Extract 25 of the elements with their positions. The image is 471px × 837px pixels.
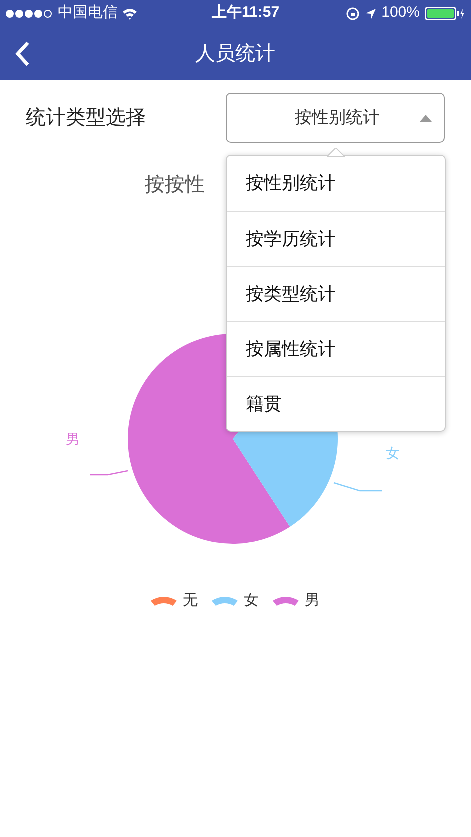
type-select[interactable]: 按性别统计: [226, 93, 445, 143]
slice-label: 女: [386, 444, 400, 463]
battery-icon: [425, 6, 465, 20]
dropdown-option[interactable]: 按类型统计: [227, 266, 445, 321]
leader-line: [90, 470, 128, 476]
rotation-lock-icon: [346, 6, 360, 20]
filter-label: 统计类型选择: [26, 106, 147, 131]
leader-line: [334, 482, 382, 492]
carrier-name: 中国电信: [58, 3, 118, 24]
slice-label: 男: [66, 430, 80, 449]
dropdown-option[interactable]: 籍贯: [227, 376, 445, 431]
dropdown-option[interactable]: 按学历统计: [227, 211, 445, 266]
legend-label: 男: [305, 591, 320, 611]
dropdown-option[interactable]: 按属性统计: [227, 321, 445, 376]
chart-title: 按按性: [145, 174, 205, 196]
wifi-icon: [122, 8, 138, 20]
battery-percent: 100%: [382, 3, 420, 24]
legend-label: 无: [183, 591, 198, 611]
dropdown-option[interactable]: 按性别统计: [227, 156, 445, 211]
status-time: 上午11:57: [211, 3, 281, 24]
location-arrow-icon: [364, 8, 377, 20]
signal-icon: [6, 10, 54, 18]
legend-label: 女: [244, 591, 259, 611]
caret-icon: [420, 114, 432, 122]
nav-title: 人员统计: [196, 42, 276, 66]
